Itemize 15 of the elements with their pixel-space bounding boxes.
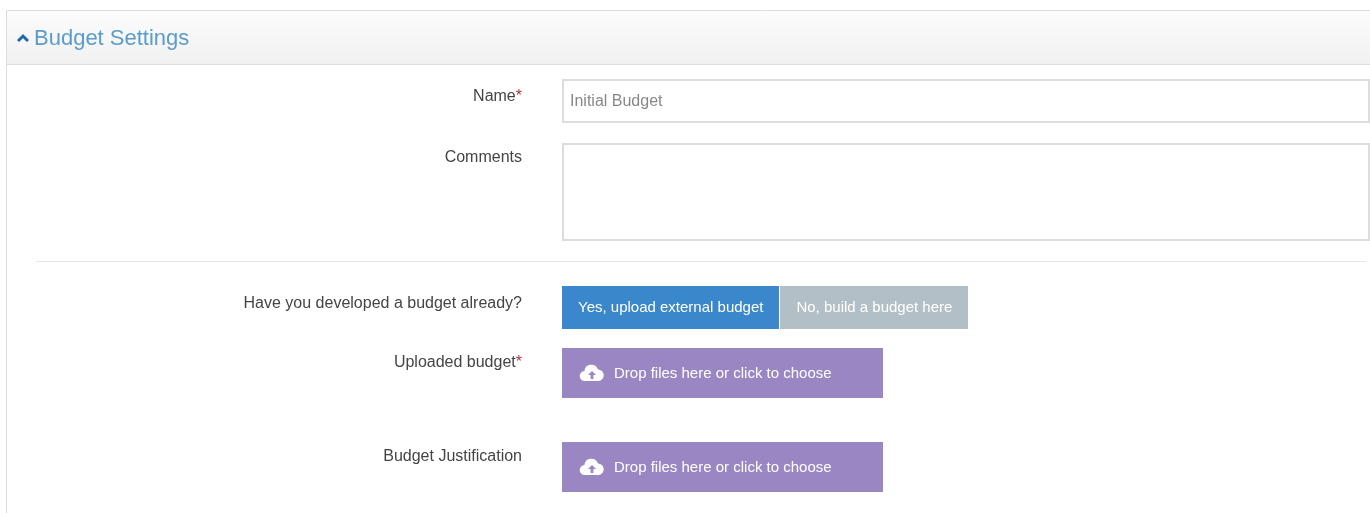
panel-toggle[interactable]: Budget Settings bbox=[17, 21, 190, 54]
chevron-icon bbox=[17, 32, 29, 43]
field-label: Comments bbox=[444, 148, 522, 165]
field-label: Name* bbox=[473, 87, 522, 104]
cloud-upload-icon bbox=[579, 457, 605, 477]
file-drop-zone[interactable]: Drop files here or click to choose bbox=[562, 442, 883, 492]
comments-field[interactable] bbox=[562, 143, 1370, 241]
cloud-upload-icon bbox=[579, 363, 605, 383]
choice-button[interactable]: No, build a budget here bbox=[780, 286, 969, 329]
field-label: Have you developed a budget already? bbox=[243, 294, 522, 311]
name-field[interactable]: Initial Budget bbox=[562, 79, 1370, 123]
choice-button[interactable]: Yes, upload external budget bbox=[562, 286, 780, 329]
file-drop-zone[interactable]: Drop files here or click to choose bbox=[562, 348, 883, 398]
field-label: Budget Justification bbox=[383, 447, 522, 464]
field-label: Uploaded budget* bbox=[393, 353, 522, 370]
